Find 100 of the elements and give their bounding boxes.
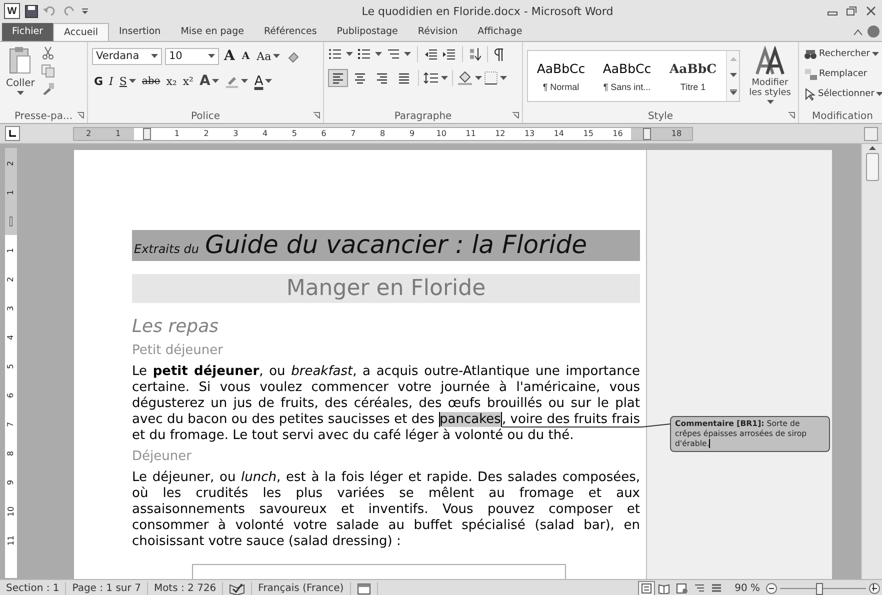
zoom-in-button[interactable] bbox=[869, 583, 880, 594]
dropdown-caret-icon[interactable] bbox=[872, 52, 879, 56]
dropdown-caret-icon[interactable] bbox=[876, 92, 882, 96]
save-icon[interactable] bbox=[25, 4, 38, 18]
dropdown-caret-icon[interactable] bbox=[265, 79, 272, 83]
scissors-icon[interactable] bbox=[40, 46, 55, 60]
change-styles-button[interactable]: Modifier les styles bbox=[746, 46, 794, 109]
close-icon[interactable] bbox=[864, 5, 878, 17]
dropdown-caret-icon[interactable] bbox=[128, 79, 136, 83]
select-button[interactable]: Sélectionner bbox=[803, 84, 882, 104]
format-button[interactable]: Aa bbox=[254, 46, 282, 66]
status-item[interactable]: Section : 1 bbox=[0, 582, 66, 595]
dialog-launcher-icon[interactable] bbox=[313, 112, 320, 119]
ribbon-tab[interactable]: Références bbox=[254, 23, 327, 41]
format-button[interactable]: A bbox=[222, 46, 237, 66]
align-left-icon[interactable] bbox=[331, 72, 345, 84]
align-justify-icon[interactable] bbox=[397, 72, 411, 84]
dropdown-caret-icon[interactable] bbox=[241, 79, 248, 83]
dropdown-caret-icon[interactable] bbox=[151, 54, 158, 58]
ribbon-tab[interactable]: Publipostage bbox=[326, 23, 408, 41]
sort-icon[interactable] bbox=[469, 47, 481, 61]
status-item[interactable]: Français (France) bbox=[252, 582, 351, 595]
find-button[interactable]: Rechercher bbox=[803, 44, 882, 64]
ribbon-tab[interactable]: Révision bbox=[408, 23, 468, 41]
restore-icon[interactable] bbox=[845, 5, 859, 17]
dropdown-caret-icon[interactable] bbox=[273, 54, 280, 58]
font-name-field[interactable]: Verdana bbox=[92, 48, 162, 64]
scroll-down-icon[interactable] bbox=[730, 73, 736, 77]
copy-icon[interactable] bbox=[40, 64, 55, 78]
format-button[interactable]: S bbox=[117, 71, 138, 91]
macro-record-icon[interactable] bbox=[356, 582, 371, 594]
format-button[interactable]: x² bbox=[180, 71, 196, 91]
dropdown-caret-icon[interactable] bbox=[16, 91, 24, 95]
style-item[interactable]: AaBbC Titre 1 bbox=[660, 51, 726, 101]
ribbon-tab[interactable]: Fichier bbox=[2, 23, 54, 41]
format-button[interactable]: I bbox=[107, 71, 116, 91]
zoom-slider-thumb[interactable] bbox=[816, 582, 823, 594]
margin-marker[interactable] bbox=[10, 216, 12, 226]
indent-marker[interactable] bbox=[643, 128, 652, 140]
format-button[interactable]: abe bbox=[140, 71, 162, 91]
numbered-list-icon[interactable] bbox=[357, 48, 371, 60]
help-icon[interactable] bbox=[867, 25, 880, 38]
multilevel-list-icon[interactable] bbox=[386, 48, 400, 60]
align-right-icon[interactable] bbox=[375, 72, 389, 84]
ribbon-tab[interactable]: Accueil bbox=[53, 23, 109, 41]
format-button[interactable]: A bbox=[197, 71, 222, 91]
dropdown-caret-icon[interactable] bbox=[766, 100, 774, 104]
view-button[interactable] bbox=[638, 581, 655, 595]
align-button[interactable] bbox=[328, 69, 348, 87]
app-logo[interactable]: W bbox=[4, 3, 20, 19]
dropdown-caret-icon[interactable] bbox=[375, 52, 382, 56]
paintbrush-icon[interactable] bbox=[40, 82, 55, 96]
dropdown-caret-icon[interactable] bbox=[404, 52, 411, 56]
ruler-toggle-button[interactable] bbox=[864, 126, 878, 140]
format-button[interactable]: A bbox=[252, 71, 274, 91]
paste-button[interactable]: Coller bbox=[4, 46, 37, 109]
font-size-field[interactable]: 10 bbox=[165, 48, 219, 64]
subsection-heading: Déjeuner bbox=[132, 449, 192, 465]
decrease-indent-icon[interactable] bbox=[424, 48, 438, 60]
bullet-list-icon[interactable] bbox=[328, 48, 342, 60]
ruler-number: 8 bbox=[380, 129, 386, 138]
status-item[interactable]: Page : 1 sur 7 bbox=[66, 582, 148, 595]
styles-letters-icon bbox=[755, 46, 785, 76]
dialog-launcher-icon[interactable] bbox=[788, 112, 795, 119]
format-button[interactable]: G bbox=[92, 71, 106, 91]
zoom-level[interactable]: 90 % bbox=[734, 583, 760, 594]
dropdown-caret-icon[interactable] bbox=[441, 76, 448, 80]
dialog-launcher-icon[interactable] bbox=[77, 112, 84, 119]
proofing-book-icon[interactable] bbox=[229, 582, 246, 594]
dropdown-caret-icon[interactable] bbox=[475, 76, 482, 80]
dropdown-caret-icon[interactable] bbox=[346, 52, 353, 56]
ribbon-tab[interactable]: Mise en page bbox=[170, 23, 254, 41]
status-item[interactable]: Mots : 2 726 bbox=[148, 582, 224, 595]
zoom-out-button[interactable] bbox=[766, 583, 777, 594]
style-item[interactable]: AaBbCc ¶ Normal bbox=[528, 51, 594, 101]
scroll-up-icon[interactable] bbox=[868, 146, 876, 150]
tab-selector-button[interactable] bbox=[5, 126, 20, 141]
style-item[interactable]: AaBbCc ¶ Sans int... bbox=[594, 51, 660, 101]
group-label: Paragraphe bbox=[394, 110, 452, 122]
ribbon-tab[interactable]: Affichage bbox=[468, 23, 532, 41]
increase-indent-icon[interactable] bbox=[442, 48, 456, 60]
customize-menu-icon[interactable] bbox=[81, 6, 89, 16]
borders-icon[interactable] bbox=[484, 71, 498, 85]
indent-marker[interactable] bbox=[143, 128, 152, 140]
format-button[interactable]: A bbox=[240, 46, 252, 66]
align-center-icon[interactable] bbox=[353, 72, 367, 84]
collapse-ribbon-icon[interactable] bbox=[853, 28, 863, 36]
scroll-thumb[interactable] bbox=[866, 153, 878, 181]
dropdown-caret-icon[interactable] bbox=[212, 79, 220, 83]
dialog-launcher-icon[interactable] bbox=[512, 112, 519, 119]
ribbon-tab[interactable]: Insertion bbox=[108, 23, 171, 41]
dropdown-caret-icon[interactable] bbox=[500, 76, 507, 80]
line-spacing-icon[interactable] bbox=[423, 72, 439, 84]
replace-button[interactable]: Remplacer bbox=[803, 64, 882, 84]
pilcrow-icon[interactable] bbox=[494, 48, 504, 60]
vertical-scrollbar[interactable] bbox=[861, 144, 882, 579]
format-button[interactable]: x₂ bbox=[164, 71, 179, 91]
dropdown-caret-icon[interactable] bbox=[208, 54, 215, 58]
more-icon[interactable] bbox=[730, 89, 736, 95]
paint-bucket-icon[interactable] bbox=[457, 71, 473, 85]
